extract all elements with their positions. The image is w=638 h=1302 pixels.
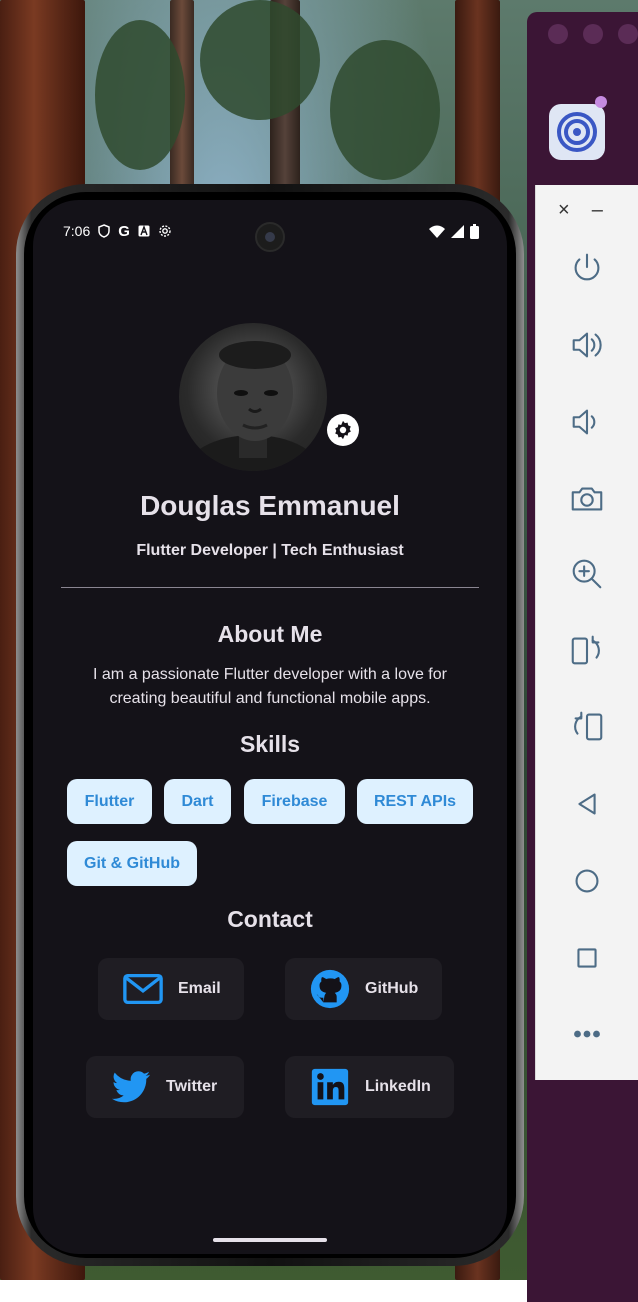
camera-icon (571, 487, 603, 511)
app-screen: 7:06 G Douglas Emmanuel Flutter Develope… (33, 200, 507, 1254)
about-title: About Me (217, 621, 323, 647)
rotate-right-button[interactable] (566, 705, 608, 747)
overview-icon (577, 948, 597, 968)
edit-profile-button[interactable] (327, 414, 359, 446)
back-nav-button[interactable] (566, 783, 608, 825)
skill-chip-rest-apis[interactable]: REST APIs (357, 779, 473, 824)
screenshot-button[interactable] (566, 478, 608, 520)
spiral-icon (557, 112, 597, 152)
minimize-toolbar-button[interactable]: – (592, 199, 603, 222)
wallpaper-foliage (330, 40, 440, 180)
about-text: I am a passionate Flutter developer with… (93, 666, 447, 707)
volume-down-button[interactable] (566, 401, 608, 443)
avatar[interactable] (179, 323, 327, 471)
rotate-right-icon (574, 711, 603, 741)
notification-badge (595, 96, 607, 108)
emulator-app-icon[interactable] (549, 96, 607, 160)
skill-chip-firebase[interactable]: Firebase (244, 779, 345, 824)
window-control-dot[interactable] (618, 24, 638, 44)
wifi-icon (429, 225, 445, 238)
profile-photo (183, 341, 323, 471)
signal-icon (451, 224, 464, 238)
settings-icon (159, 225, 171, 237)
front-camera (255, 222, 285, 252)
more-icon (574, 1030, 600, 1038)
gear-icon (335, 420, 351, 440)
home-icon (575, 869, 599, 893)
volume-up-button[interactable] (566, 324, 608, 366)
volume-down-icon (572, 409, 596, 435)
more-button[interactable] (566, 1013, 608, 1055)
email-icon (123, 973, 163, 1005)
profile-tagline: Flutter Developer | Tech Enthusiast (136, 542, 404, 559)
github-label: GitHub (365, 980, 419, 997)
email-button[interactable]: Email (98, 958, 244, 1020)
github-icon (310, 969, 350, 1009)
linkedin-icon (311, 1068, 349, 1106)
zoom-button[interactable] (566, 553, 608, 595)
skill-chip-flutter[interactable]: Flutter (67, 779, 152, 824)
wallpaper-foliage (95, 20, 185, 170)
status-time: 7:06 (63, 223, 91, 239)
twitter-icon (111, 1071, 151, 1103)
twitter-label: Twitter (166, 1078, 218, 1095)
rotate-left-icon (571, 635, 600, 665)
profile-name: Douglas Emmanuel (140, 490, 400, 521)
power-icon (574, 253, 600, 281)
volume-up-icon (572, 332, 602, 358)
email-label: Email (178, 980, 221, 997)
font-icon (138, 225, 150, 237)
linkedin-button[interactable]: LinkedIn (285, 1056, 454, 1118)
contact-title: Contact (227, 906, 313, 932)
window-control-dot[interactable] (548, 24, 568, 44)
zoom-icon (572, 559, 602, 589)
gesture-home-bar[interactable] (213, 1238, 327, 1242)
overview-nav-button[interactable] (566, 937, 608, 979)
battery-icon (470, 223, 479, 239)
close-toolbar-button[interactable]: × (558, 199, 570, 222)
emulator-toolbar: × – (535, 185, 638, 1080)
home-nav-button[interactable] (566, 860, 608, 902)
skills-title: Skills (239, 731, 301, 757)
skill-chip-git-github[interactable]: Git & GitHub (67, 841, 197, 886)
google-icon: G (118, 222, 130, 240)
divider (61, 587, 479, 588)
shield-icon (98, 224, 110, 238)
twitter-button[interactable]: Twitter (86, 1056, 244, 1118)
wallpaper-foliage (200, 0, 320, 120)
power-button[interactable] (566, 247, 608, 289)
linkedin-label: LinkedIn (365, 1078, 431, 1095)
github-button[interactable]: GitHub (285, 958, 442, 1020)
skill-chip-dart[interactable]: Dart (164, 779, 231, 824)
back-icon (578, 793, 596, 815)
window-control-dot[interactable] (583, 24, 603, 44)
rotate-left-button[interactable] (566, 629, 608, 671)
